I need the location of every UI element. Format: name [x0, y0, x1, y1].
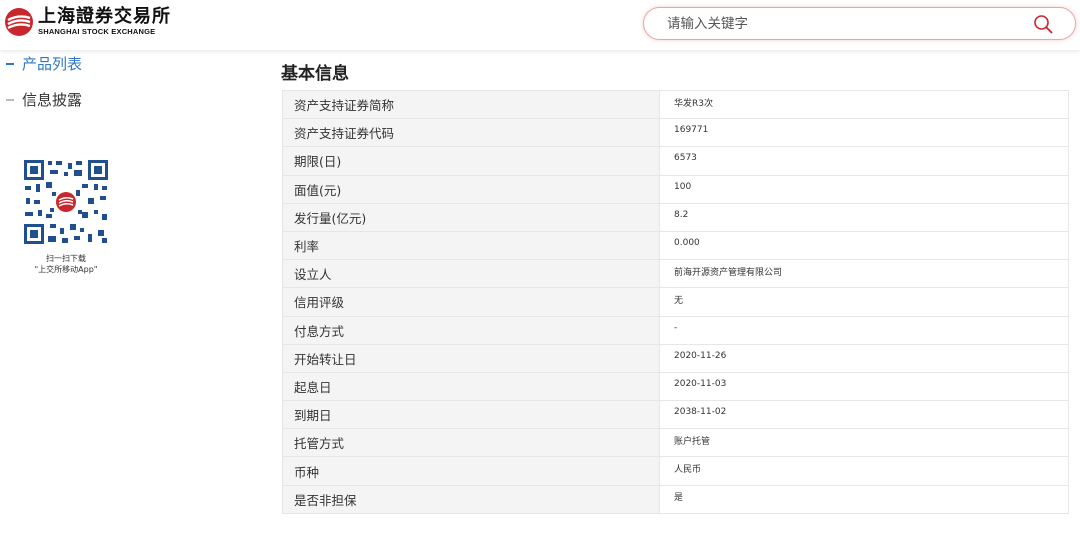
row-value: 169771: [659, 118, 1069, 148]
basic-info-table: 资产支持证券简称 华发R3次 资产支持证券代码 169771 期限(日) 6573 面…: [282, 89, 1069, 514]
logo-english-name: SHANGHAI STOCK EXCHANGE: [38, 27, 156, 37]
row-value: 2020-11-03: [659, 371, 1069, 402]
search-input[interactable]: [667, 14, 1007, 34]
row-value: 2020-11-26: [659, 343, 1069, 373]
sidebar-item-disclosure[interactable]: 信息披露: [6, 89, 82, 110]
table-row: 面值(元) 100: [282, 174, 1069, 204]
top-header: 上海證券交易所 SHANGHAI STOCK EXCHANGE: [0, 0, 1080, 50]
sidebar-item-label: 产品列表: [22, 55, 83, 73]
row-value: 是: [659, 484, 1069, 514]
row-key: 利率: [282, 230, 660, 261]
row-key: 到期日: [282, 400, 660, 430]
row-value: 华发R3次: [659, 89, 1069, 120]
row-key: 设立人: [282, 259, 660, 289]
table-row: 到期日 2038-11-02: [282, 400, 1069, 430]
table-row: 信用评级无: [282, 287, 1069, 317]
row-value: 2038-11-02: [659, 400, 1069, 430]
table-row: 是否非担保是: [282, 484, 1069, 514]
row-value: 前海开源资产管理有限公司: [659, 259, 1069, 289]
row-key: 是否非担保: [282, 484, 660, 514]
app-qr-code: [22, 158, 110, 246]
row-value: -: [659, 315, 1069, 345]
row-key: 信用评级: [282, 287, 660, 317]
row-key: 币种: [282, 456, 660, 486]
row-key: 起息日: [282, 371, 660, 402]
row-key: 开始转让日: [282, 343, 660, 373]
qr-caption-line1: 扫一扫下载: [46, 254, 86, 263]
qr-caption: 扫一扫下载 "上交所移动App": [16, 253, 116, 275]
row-key: 面值(元): [282, 174, 660, 204]
table-row: 期限(日) 6573: [282, 146, 1069, 176]
table-row: 资产支持证券简称 华发R3次: [282, 89, 1069, 120]
qr-caption-line2: "上交所移动App": [34, 265, 98, 274]
row-value: 0.000: [659, 230, 1069, 261]
row-key: 期限(日): [282, 146, 660, 176]
sidebar-item-label: 信息披露: [22, 91, 83, 109]
table-row: 币种 人民币: [282, 456, 1069, 486]
table-row: 资产支持证券代码 169771: [282, 118, 1069, 148]
row-value: 账户托管: [659, 428, 1069, 458]
row-value: 无: [659, 287, 1069, 317]
search-box: [643, 7, 1076, 40]
search-icon[interactable]: [1033, 14, 1053, 34]
row-key: 付息方式: [282, 315, 660, 345]
row-value: 100: [659, 174, 1069, 204]
row-key: 资产支持证券简称: [282, 89, 660, 120]
row-key: 发行量(亿元): [282, 202, 660, 232]
row-key: 资产支持证券代码: [282, 118, 660, 148]
logo-chinese-name: 上海證券交易所: [38, 6, 171, 28]
table-row: 发行量(亿元) 8.2: [282, 202, 1069, 232]
table-row: 托管方式 账户托管: [282, 428, 1069, 458]
row-value: 6573: [659, 146, 1069, 176]
sse-logo[interactable]: 上海證券交易所 SHANGHAI STOCK EXCHANGE: [4, 7, 171, 37]
sidebar-item-product-list[interactable]: 产品列表: [6, 53, 82, 74]
row-value: 8.2: [659, 202, 1069, 232]
row-key: 托管方式: [282, 428, 660, 458]
table-row: 付息方式 -: [282, 315, 1069, 345]
row-value: 人民币: [659, 456, 1069, 486]
table-row: 开始转让日 2020-11-26: [282, 343, 1069, 373]
sse-logo-icon: [5, 8, 33, 36]
active-dash: [6, 62, 14, 65]
page-title: 基本信息: [281, 64, 349, 84]
inactive-dash: [6, 98, 14, 101]
table-row: 起息日 2020-11-03: [282, 371, 1069, 402]
table-row: 利率 0.000: [282, 230, 1069, 261]
table-row: 设立人 前海开源资产管理有限公司: [282, 259, 1069, 289]
